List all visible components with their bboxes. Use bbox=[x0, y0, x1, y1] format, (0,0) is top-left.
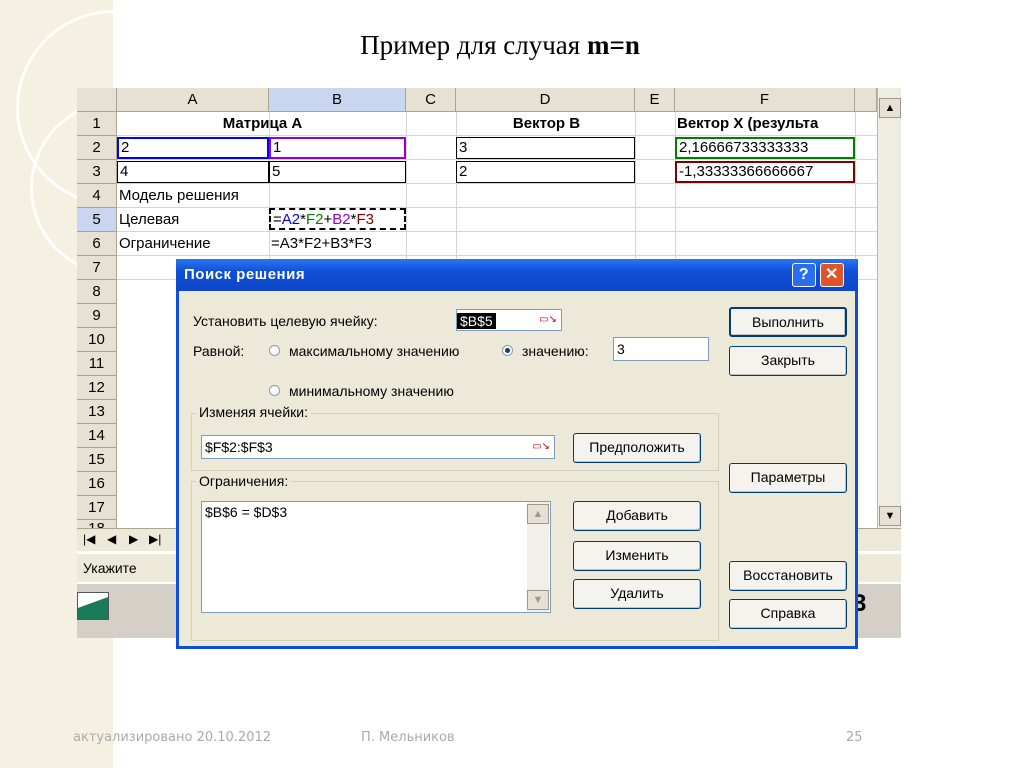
value-input[interactable]: 3 bbox=[613, 337, 709, 361]
constraints-label: Ограничения: bbox=[196, 473, 292, 489]
row-header[interactable]: 14 bbox=[77, 424, 117, 448]
delete-button[interactable]: Удалить bbox=[573, 579, 701, 609]
radio-value[interactable] bbox=[502, 345, 513, 356]
reset-button[interactable]: Восстановить bbox=[729, 561, 847, 591]
column-header-a[interactable]: A bbox=[117, 88, 269, 112]
cell-f2[interactable]: 2,16666733333333 bbox=[675, 137, 855, 159]
cell-f1[interactable]: Вектор Х (результа bbox=[675, 113, 855, 135]
row-header[interactable]: 7 bbox=[77, 256, 117, 280]
collapse-dialog-icon[interactable]: ▭↘ bbox=[537, 311, 559, 329]
row-header[interactable]: 15 bbox=[77, 448, 117, 472]
sheet-nav-prev-icon[interactable]: ◀ bbox=[107, 532, 116, 546]
scroll-up-icon[interactable]: ▲ bbox=[527, 504, 549, 524]
slide-title: Пример для случая m=n bbox=[360, 30, 640, 60]
row-header[interactable]: 1 bbox=[77, 112, 117, 136]
vertical-scrollbar[interactable]: ▲ ▼ bbox=[877, 88, 901, 528]
footer-date: актуализировано 20.10.2012 bbox=[73, 730, 272, 745]
row-header[interactable]: 9 bbox=[77, 304, 117, 328]
column-header-e[interactable]: E bbox=[635, 88, 675, 112]
sheet-nav-first-icon[interactable]: |◀ bbox=[83, 532, 95, 546]
cell-b6[interactable]: =A3*F2+B3*F3 bbox=[269, 233, 406, 255]
cell-a6[interactable]: Ограничение bbox=[117, 233, 269, 255]
column-header-c[interactable]: C bbox=[406, 88, 456, 112]
row-header[interactable]: 3 bbox=[77, 160, 117, 184]
target-cell-label: Установить целевую ячейку: bbox=[193, 313, 378, 329]
radio-min-label[interactable]: минимальному значению bbox=[289, 383, 454, 399]
dialog-title: Поиск решения bbox=[184, 266, 306, 283]
chart-thumbnail-icon bbox=[77, 592, 109, 620]
row-header[interactable]: 10 bbox=[77, 328, 117, 352]
cell-b3[interactable]: 5 bbox=[269, 161, 406, 183]
row-header[interactable]: 2 bbox=[77, 136, 117, 160]
column-header-g[interactable] bbox=[855, 88, 877, 112]
dialog-titlebar[interactable]: Поиск решения ? ✕ bbox=[176, 259, 858, 291]
close-button[interactable]: Закрыть bbox=[729, 346, 847, 376]
column-header-b[interactable]: B bbox=[269, 88, 406, 112]
constraint-item[interactable]: $B$6 = $D$3 bbox=[205, 502, 550, 522]
add-button[interactable]: Добавить bbox=[573, 501, 701, 531]
scroll-up-icon[interactable]: ▲ bbox=[879, 98, 901, 118]
select-all-corner[interactable] bbox=[77, 88, 117, 112]
row-header[interactable]: 13 bbox=[77, 400, 117, 424]
cell-d1[interactable]: Вектор В bbox=[456, 113, 635, 135]
cell-b2[interactable]: 1 bbox=[269, 137, 406, 159]
sheet-nav-next-icon[interactable]: ▶ bbox=[129, 532, 138, 546]
scroll-down-icon[interactable]: ▼ bbox=[527, 590, 549, 610]
radio-max[interactable] bbox=[269, 345, 280, 356]
execute-button[interactable]: Выполнить bbox=[729, 307, 847, 337]
row-header[interactable]: 16 bbox=[77, 472, 117, 496]
change-button[interactable]: Изменить bbox=[573, 541, 701, 571]
row-header[interactable]: 6 bbox=[77, 232, 117, 256]
cell-a4[interactable]: Модель решения bbox=[117, 185, 287, 207]
constraints-scrollbar[interactable]: ▲ ▼ bbox=[527, 502, 549, 612]
cell-a3[interactable]: 4 bbox=[117, 161, 269, 183]
target-cell-input[interactable]: $B$5 ▭↘ bbox=[456, 309, 562, 331]
row-header[interactable]: 17 bbox=[77, 496, 117, 520]
constraints-list[interactable]: $B$6 = $D$3 bbox=[201, 501, 551, 613]
collapse-dialog-icon[interactable]: ▭↘ bbox=[530, 438, 552, 456]
row-header[interactable]: 8 bbox=[77, 280, 117, 304]
cell-a5[interactable]: Целевая bbox=[117, 209, 269, 231]
changing-cells-input[interactable]: $F$2:$F$3 ▭↘ bbox=[201, 435, 555, 459]
options-button[interactable]: Параметры bbox=[729, 463, 847, 493]
changing-cells-label: Изменяя ячейки: bbox=[196, 404, 311, 420]
row-header[interactable]: 12 bbox=[77, 376, 117, 400]
help-button[interactable]: Справка bbox=[729, 599, 847, 629]
guess-button[interactable]: Предположить bbox=[573, 433, 701, 463]
cell-d3[interactable]: 2 bbox=[456, 161, 635, 183]
equal-label: Равной: bbox=[193, 343, 245, 359]
solver-dialog: Поиск решения ? ✕ Установить целевую яче… bbox=[176, 259, 858, 649]
help-icon[interactable]: ? bbox=[792, 263, 816, 287]
footer-page-number: 25 bbox=[846, 730, 863, 745]
radio-min[interactable] bbox=[269, 385, 280, 396]
cell-b5-formula[interactable]: =A2*F2+B2*F3 bbox=[269, 208, 406, 230]
close-icon[interactable]: ✕ bbox=[820, 263, 844, 287]
cell-a1-b1-header[interactable]: Матрица А bbox=[117, 113, 406, 135]
row-header[interactable]: 5 bbox=[77, 208, 117, 232]
radio-value-label[interactable]: значению: bbox=[522, 343, 589, 359]
radio-max-label[interactable]: максимальному значению bbox=[289, 343, 459, 359]
row-header[interactable]: 4 bbox=[77, 184, 117, 208]
row-header[interactable]: 11 bbox=[77, 352, 117, 376]
column-header-d[interactable]: D bbox=[456, 88, 635, 112]
cell-f3[interactable]: -1,33333366666667 bbox=[675, 161, 855, 183]
cell-a2[interactable]: 2 bbox=[117, 137, 269, 159]
sheet-nav-last-icon[interactable]: ▶| bbox=[149, 532, 161, 546]
column-header-f[interactable]: F bbox=[675, 88, 855, 112]
status-text: Укажите bbox=[83, 560, 137, 576]
cell-d2[interactable]: 3 bbox=[456, 137, 635, 159]
footer-author: П. Мельников bbox=[361, 730, 455, 745]
scroll-down-icon[interactable]: ▼ bbox=[879, 506, 901, 526]
